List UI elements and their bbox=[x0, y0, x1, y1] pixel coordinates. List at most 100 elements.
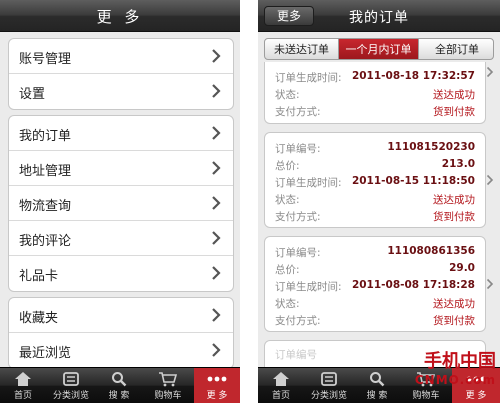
order-status-label: 状态: bbox=[275, 298, 300, 310]
watermark-line2: CNMO.com bbox=[414, 373, 496, 387]
tab-home[interactable]: 首页 bbox=[258, 368, 304, 403]
tab-home[interactable]: 首页 bbox=[0, 368, 46, 403]
tab-search[interactable]: 搜 索 bbox=[96, 368, 142, 403]
chevron-right-icon bbox=[212, 266, 221, 280]
tab-label: 分类浏览 bbox=[310, 391, 347, 401]
tab-label: 首页 bbox=[13, 391, 32, 401]
menu-item-address[interactable]: 地址管理 bbox=[9, 151, 233, 186]
tab-category[interactable]: 分类浏览 bbox=[46, 368, 96, 403]
title-bar: 更多 我的订单 bbox=[258, 0, 500, 32]
cart-icon bbox=[159, 372, 178, 387]
menu-item-favorites[interactable]: 收藏夹 bbox=[9, 298, 233, 333]
order-created-label: 订单生成时间: bbox=[275, 72, 342, 84]
order-payment-value: 货到付款 bbox=[433, 315, 475, 327]
order-status-value: 送达成功 bbox=[433, 89, 475, 101]
order-created-label: 订单生成时间: bbox=[275, 177, 342, 189]
segment-undelivered[interactable]: 未送达订单 bbox=[265, 39, 339, 59]
order-status-label: 状态: bbox=[275, 194, 300, 206]
order-status-label: 状态: bbox=[275, 89, 300, 101]
menu-item-label: 我的订单 bbox=[19, 129, 72, 144]
title-bar: 更 多 bbox=[0, 0, 240, 32]
order-total-value: 29.0 bbox=[449, 262, 475, 274]
order-created-row: 订单生成时间: 2011-08-08 17:18:28 bbox=[265, 277, 485, 294]
order-total-row: 总价: 213.0 bbox=[265, 156, 485, 173]
segment-within-month[interactable]: 一个月内订单 bbox=[339, 39, 419, 59]
order-created-label: 订单生成时间: bbox=[275, 281, 342, 293]
chevron-right-icon bbox=[212, 196, 221, 210]
more-icon bbox=[207, 376, 227, 382]
tab-search[interactable]: 搜 索 bbox=[354, 368, 400, 403]
chevron-right-icon bbox=[212, 49, 221, 63]
order-card[interactable]: 订单编号: 111080861356 总价: 29.0 订单生成时间: 2011… bbox=[264, 236, 486, 332]
order-payment-label: 支付方式: bbox=[275, 315, 321, 327]
search-icon bbox=[112, 372, 127, 387]
home-icon bbox=[273, 372, 289, 386]
menu-item-label: 设置 bbox=[19, 87, 46, 102]
search-icon bbox=[370, 372, 385, 387]
order-payment-row: 支付方式: 货到付款 bbox=[265, 311, 485, 328]
tab-label: 更 多 bbox=[465, 391, 487, 401]
order-number-value: 111080861356 bbox=[387, 245, 475, 257]
order-payment-label: 支付方式: bbox=[275, 211, 321, 223]
order-payment-value: 货到付款 bbox=[433, 106, 475, 118]
menu-item-logistics[interactable]: 物流查询 bbox=[9, 186, 233, 221]
menu-item-settings[interactable]: 设置 bbox=[9, 74, 233, 109]
order-total-label: 总价: bbox=[275, 264, 300, 276]
more-screen: 更 多 账号管理 设置 我的订单 地址管理 物流查询 我的评论 礼品卡 收藏夹 … bbox=[0, 0, 240, 403]
tab-label: 搜 索 bbox=[366, 391, 388, 401]
order-number-row: 订单编号: 111081520230 bbox=[265, 139, 485, 156]
order-filter-segmented-control: 未送达订单 一个月内订单 全部订单 bbox=[264, 38, 494, 60]
orders-screen: 更多 我的订单 未送达订单 一个月内订单 全部订单 订单生成时间: 2011-0… bbox=[258, 0, 500, 403]
page-title: 更 多 bbox=[96, 8, 144, 26]
page-title: 我的订单 bbox=[349, 10, 409, 26]
order-number-row: 订单编号: 111080861356 bbox=[265, 243, 485, 260]
chevron-right-icon bbox=[212, 161, 221, 175]
chevron-right-icon bbox=[212, 126, 221, 140]
menu-item-reviews[interactable]: 我的评论 bbox=[9, 221, 233, 256]
order-number-label: 订单编号 bbox=[275, 349, 317, 361]
order-created-row: 订单生成时间: 2011-08-18 17:32:57 bbox=[265, 68, 485, 85]
order-created-value: 2011-08-08 17:18:28 bbox=[351, 279, 475, 291]
tab-label: 搜 索 bbox=[108, 391, 130, 401]
chevron-right-icon bbox=[486, 174, 494, 186]
tab-cart[interactable]: 购物车 bbox=[142, 368, 194, 403]
home-icon bbox=[15, 372, 31, 386]
chevron-right-icon bbox=[212, 231, 221, 245]
menu-item-label: 地址管理 bbox=[19, 164, 72, 179]
chevron-right-icon bbox=[212, 308, 221, 322]
order-status-value: 送达成功 bbox=[433, 298, 475, 310]
order-card[interactable]: 订单生成时间: 2011-08-18 17:32:57 状态: 送达成功 支付方… bbox=[264, 62, 486, 124]
account-group: 账号管理 设置 bbox=[8, 38, 234, 110]
tab-label: 购物车 bbox=[154, 391, 182, 401]
category-icon bbox=[63, 372, 79, 386]
chevron-right-icon bbox=[212, 84, 221, 98]
history-group: 收藏夹 最近浏览 bbox=[8, 297, 234, 369]
order-status-value: 送达成功 bbox=[433, 194, 475, 206]
tab-more[interactable]: 更 多 bbox=[194, 368, 240, 403]
tab-label: 首页 bbox=[271, 391, 290, 401]
order-total-row: 总价: 29.0 bbox=[265, 260, 485, 277]
chevron-right-icon bbox=[486, 66, 494, 78]
menu-item-label: 收藏夹 bbox=[19, 311, 59, 326]
tab-category[interactable]: 分类浏览 bbox=[304, 368, 354, 403]
order-status-row: 状态: 送达成功 bbox=[265, 190, 485, 207]
order-card[interactable]: 订单编号: 111081520230 总价: 213.0 订单生成时间: 201… bbox=[264, 132, 486, 228]
tab-bar: 首页 分类浏览 搜 索 购物车 更 多 bbox=[0, 367, 240, 403]
order-created-value: 2011-08-15 11:18:50 bbox=[351, 175, 475, 187]
order-created-row: 订单生成时间: 2011-08-15 11:18:50 bbox=[265, 173, 485, 190]
menu-item-recent[interactable]: 最近浏览 bbox=[9, 333, 233, 368]
menu-item-label: 我的评论 bbox=[19, 234, 72, 249]
chevron-right-icon bbox=[212, 343, 221, 357]
segment-all-orders[interactable]: 全部订单 bbox=[419, 39, 493, 59]
menu-item-gift-card[interactable]: 礼品卡 bbox=[9, 256, 233, 291]
menu-item-label: 物流查询 bbox=[19, 199, 72, 214]
order-payment-row: 支付方式: 货到付款 bbox=[265, 102, 485, 119]
menu-item-account[interactable]: 账号管理 bbox=[9, 39, 233, 74]
menu-item-my-orders[interactable]: 我的订单 bbox=[9, 116, 233, 151]
order-number-value: 111081520230 bbox=[387, 141, 475, 153]
menu-item-label: 最近浏览 bbox=[19, 346, 72, 361]
order-total-value: 213.0 bbox=[441, 158, 475, 170]
watermark-logo: 手机中国 CNMO.com bbox=[415, 347, 496, 387]
chevron-right-icon bbox=[486, 278, 494, 290]
order-payment-label: 支付方式: bbox=[275, 106, 321, 118]
